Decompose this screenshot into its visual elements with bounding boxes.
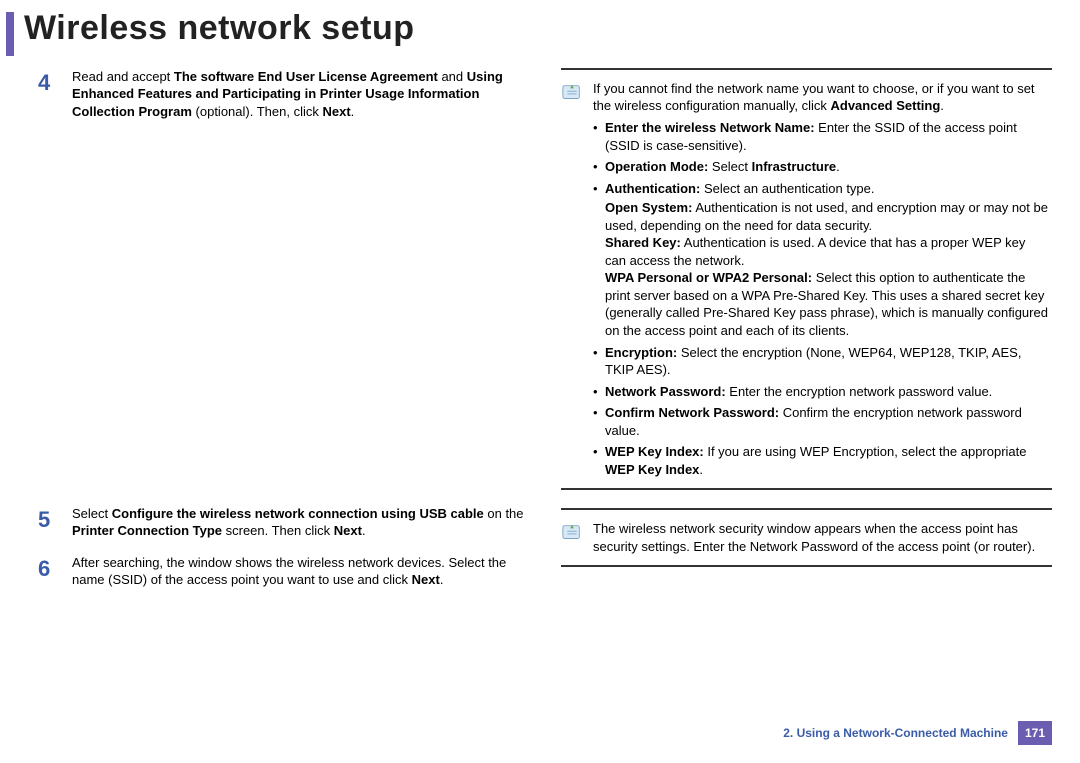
page-number: 171 <box>1018 721 1052 745</box>
page-title: Wireless network setup <box>24 6 414 52</box>
note-body: The wireless network security window app… <box>593 520 1048 555</box>
left-column: 4 Read and accept The software End User … <box>38 68 529 603</box>
title-accent-bar <box>6 12 14 56</box>
step-body: Read and accept The software End User Li… <box>72 68 529 121</box>
right-column: If you cannot find the network name you … <box>561 68 1052 603</box>
note-icon <box>561 82 583 104</box>
step-4: 4 Read and accept The software End User … <box>38 68 529 121</box>
list-item: Network Password: Enter the encryption n… <box>593 383 1048 401</box>
list-item: Operation Mode: Select Infrastructure. <box>593 158 1048 176</box>
list-item: Confirm Network Password: Confirm the en… <box>593 404 1048 439</box>
step-6: 6 After searching, the window shows the … <box>38 554 529 589</box>
footer-section: 2. Using a Network-Connected Machine <box>783 725 1008 741</box>
step-number: 5 <box>38 505 56 540</box>
note-icon <box>561 522 583 544</box>
step-number: 4 <box>38 68 56 121</box>
note-body: If you cannot find the network name you … <box>593 80 1048 478</box>
step-number: 6 <box>38 554 56 589</box>
step-5: 5 Select Configure the wireless network … <box>38 505 529 540</box>
security-window-note: The wireless network security window app… <box>561 508 1052 567</box>
step-body: After searching, the window shows the wi… <box>72 554 529 589</box>
advanced-setting-note: If you cannot find the network name you … <box>561 68 1052 490</box>
list-item: Encryption: Select the encryption (None,… <box>593 344 1048 379</box>
page-footer: 2. Using a Network-Connected Machine 171 <box>783 721 1052 745</box>
step-body: Select Configure the wireless network co… <box>72 505 529 540</box>
list-item: Authentication: Select an authentication… <box>593 180 1048 340</box>
list-item: WEP Key Index: If you are using WEP Encr… <box>593 443 1048 478</box>
list-item: Enter the wireless Network Name: Enter t… <box>593 119 1048 154</box>
